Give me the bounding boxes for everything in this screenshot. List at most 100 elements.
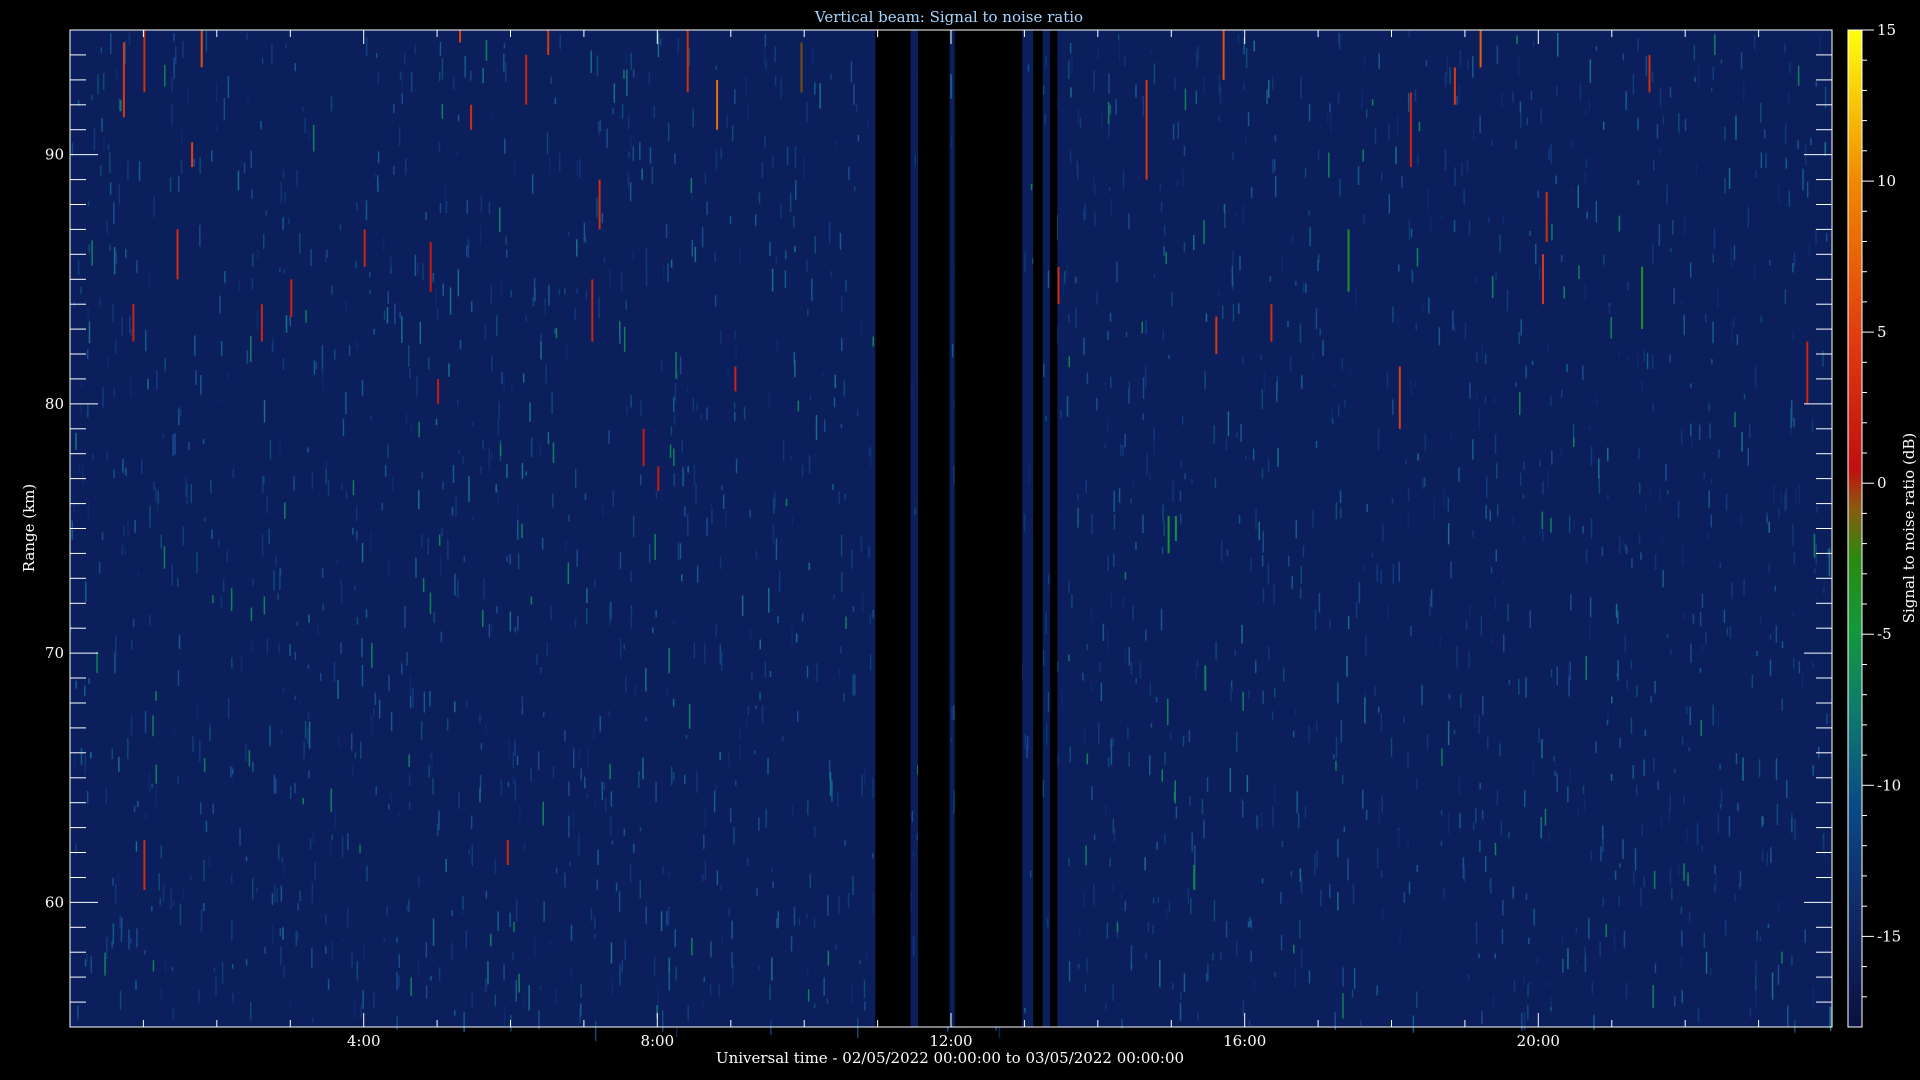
noise-streak	[728, 751, 730, 768]
noise-streak	[1413, 831, 1416, 839]
noise-streak	[1626, 679, 1628, 690]
noise-streak	[273, 570, 275, 591]
noise-streak	[670, 766, 673, 786]
noise-streak	[462, 910, 464, 916]
noise-streak	[1158, 857, 1160, 875]
noise-streak	[1823, 586, 1825, 594]
noise-streak	[1228, 793, 1230, 800]
noise-streak	[1688, 911, 1691, 924]
noise-streak	[107, 143, 110, 151]
noise-streak	[252, 878, 254, 900]
noise-streak	[1184, 88, 1187, 111]
noise-streak	[586, 608, 588, 624]
noise-streak	[1068, 857, 1070, 867]
noise-streak	[612, 108, 614, 115]
noise-streak	[580, 1003, 582, 1017]
noise-streak	[719, 752, 721, 761]
noise-streak	[109, 181, 112, 195]
noise-streak	[580, 768, 582, 781]
noise-streak	[676, 1019, 678, 1038]
noise-streak	[1690, 643, 1692, 663]
noise-streak	[1463, 189, 1465, 205]
noise-streak	[1046, 274, 1048, 289]
noise-streak	[1680, 956, 1683, 967]
noise-streak	[1712, 66, 1714, 81]
noise-streak	[1147, 302, 1149, 309]
noise-streak	[704, 172, 707, 185]
noise-streak	[626, 184, 629, 192]
noise-streak	[1591, 981, 1594, 994]
noise-streak	[706, 517, 708, 537]
noise-streak	[1127, 726, 1129, 739]
noise-streak	[1582, 526, 1584, 534]
noise-streak	[194, 335, 196, 356]
noise-streak	[484, 323, 487, 342]
noise-streak	[755, 705, 757, 710]
noise-streak	[1408, 219, 1411, 241]
noise-streak	[797, 710, 799, 722]
noise-streak	[294, 695, 297, 700]
noise-streak	[951, 343, 954, 357]
noise-streak	[1068, 60, 1070, 80]
noise-streak	[1368, 611, 1370, 630]
noise-streak	[1699, 612, 1702, 627]
noise-streak	[133, 167, 135, 174]
noise-streak	[608, 604, 611, 626]
noise-streak	[1697, 1008, 1700, 1023]
noise-streak	[1179, 814, 1181, 829]
noise-streak	[1071, 432, 1073, 442]
noise-streak	[710, 502, 713, 507]
noise-streak	[1255, 660, 1257, 674]
noise-streak	[1107, 331, 1109, 341]
noise-streak	[1577, 185, 1579, 209]
noise-streak	[1171, 493, 1173, 502]
noise-streak	[252, 253, 254, 267]
noise-streak	[703, 642, 706, 664]
noise-streak	[774, 46, 776, 62]
noise-streak	[639, 880, 641, 899]
noise-streak	[1453, 324, 1455, 332]
noise-streak	[670, 259, 673, 268]
noise-streak	[1187, 888, 1190, 904]
noise-streak	[133, 805, 136, 813]
noise-streak	[283, 965, 285, 979]
noise-streak	[130, 375, 132, 397]
noise-streak	[1694, 76, 1696, 83]
noise-streak	[177, 776, 179, 784]
noise-streak	[1076, 163, 1079, 180]
noise-streak	[250, 607, 253, 622]
noise-streak	[1166, 57, 1168, 78]
noise-streak	[625, 52, 628, 64]
noise-streak	[1107, 756, 1110, 767]
noise-streak	[1438, 327, 1441, 346]
noise-streak	[808, 562, 810, 570]
noise-streak	[1593, 510, 1596, 517]
noise-streak	[496, 315, 498, 336]
noise-streak	[1538, 529, 1541, 535]
noise-streak	[441, 104, 444, 119]
noise-streak	[1299, 323, 1302, 343]
noise-streak	[107, 357, 110, 369]
noise-streak	[545, 365, 547, 384]
noise-streak	[1701, 644, 1704, 654]
noise-streak	[1632, 765, 1634, 779]
noise-streak	[1485, 505, 1487, 519]
noise-streak	[825, 355, 828, 363]
noise-streak	[1533, 908, 1535, 926]
noise-streak	[1735, 115, 1737, 140]
noise-streak	[550, 76, 552, 84]
noise-streak	[821, 371, 824, 378]
noise-streak	[1525, 365, 1527, 379]
noise-streak	[463, 1012, 465, 1032]
noise-streak	[252, 578, 254, 586]
noise-streak	[454, 498, 456, 509]
noise-streak	[87, 308, 89, 322]
noise-streak	[439, 555, 442, 576]
noise-streak	[490, 873, 492, 879]
noise-streak	[317, 621, 320, 637]
noise-streak	[1357, 166, 1360, 185]
noise-streak	[872, 893, 874, 914]
noise-streak	[1426, 734, 1429, 751]
noise-streak	[1693, 806, 1695, 817]
noise-streak	[231, 964, 234, 969]
